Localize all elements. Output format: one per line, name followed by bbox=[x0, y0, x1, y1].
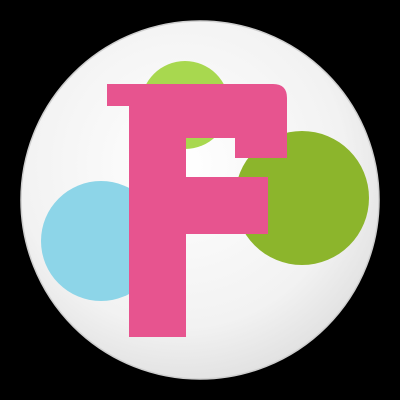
app-icon-canvas bbox=[0, 0, 400, 400]
letter-f-app-icon[interactable] bbox=[0, 0, 400, 400]
